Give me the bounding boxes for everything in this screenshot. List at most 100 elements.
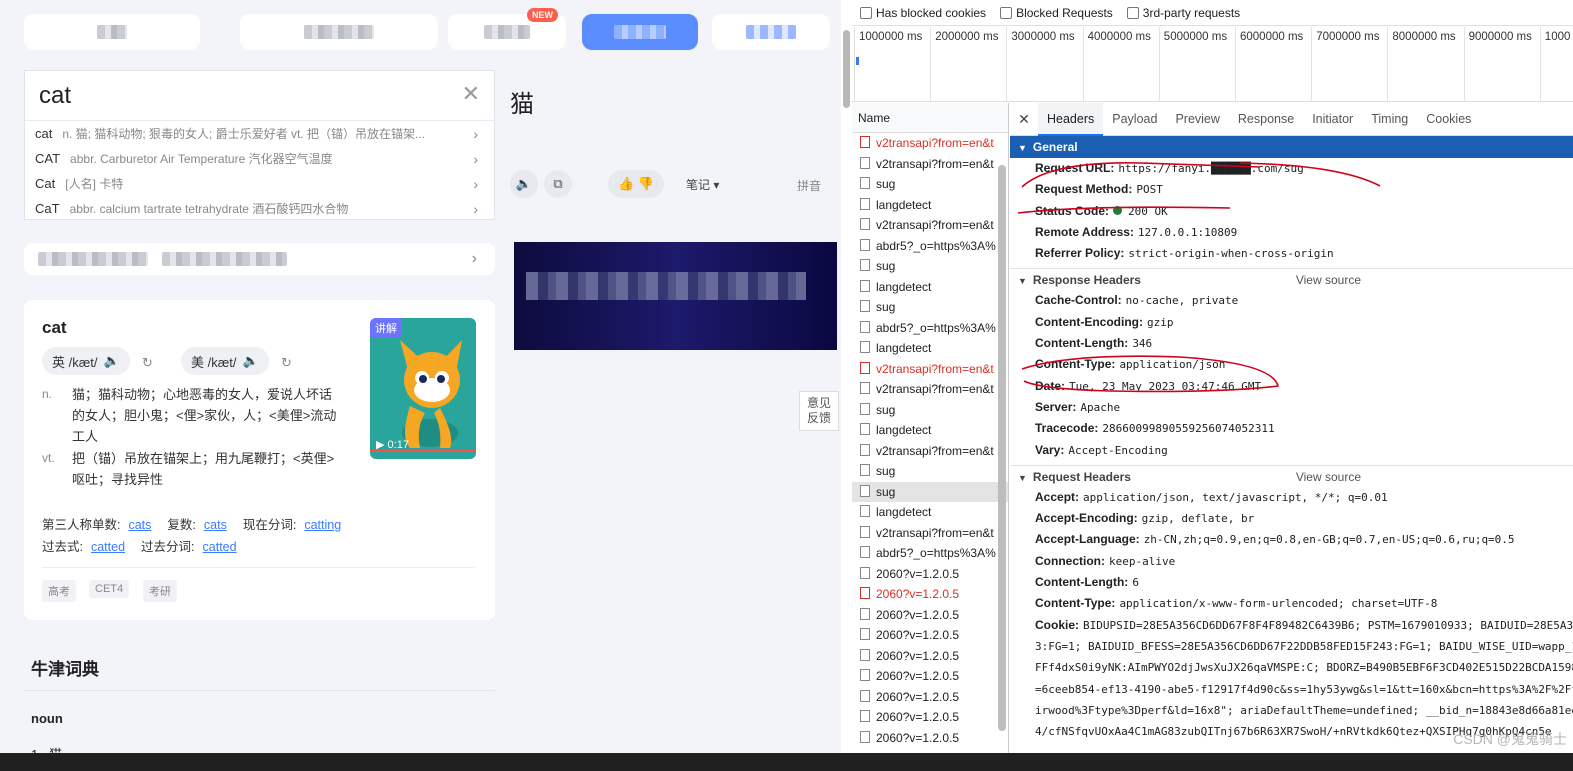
close-icon[interactable]: ✕ xyxy=(1010,111,1038,128)
feedback-button[interactable]: 意见 反馈 xyxy=(799,391,839,431)
explain-video[interactable]: 讲解 ▶ 0:17 xyxy=(370,318,476,459)
request-headers-section[interactable]: ▼ Request Headers View source xyxy=(1010,464,1573,488)
cookie-value-line[interactable]: FFf4dxS0i9yNK:AImPWYO2djJwsXuJX26qaVMSPE… xyxy=(1010,657,1573,678)
request-row[interactable]: sug xyxy=(852,256,1008,277)
header-value[interactable]: Accept-Encoding xyxy=(1068,444,1167,457)
request-row[interactable]: v2transapi?from=en&t xyxy=(852,441,1008,462)
header-value[interactable]: application/json xyxy=(1119,358,1225,371)
nav-tab-3[interactable]: NEW xyxy=(448,8,566,50)
ad-banner[interactable] xyxy=(514,242,837,350)
request-row[interactable]: 2060?v=1.2.0.5 xyxy=(852,666,1008,687)
request-row[interactable]: sug xyxy=(852,461,1008,482)
request-row[interactable]: 2060?v=1.2.0.5 xyxy=(852,605,1008,626)
header-value[interactable]: application/x-www-form-urlencoded; chars… xyxy=(1119,597,1437,610)
suggestion-item[interactable]: CaT abbr. calcium tartrate tetrahydrate 酒… xyxy=(25,196,494,221)
search-input[interactable]: cat xyxy=(25,71,494,121)
request-row[interactable]: sug xyxy=(852,481,1008,502)
note-button[interactable]: 笔记 ▾ xyxy=(686,176,719,193)
thumbs-down-icon[interactable]: 👎 xyxy=(638,176,654,192)
header-value[interactable]: gzip, deflate, br xyxy=(1142,512,1255,525)
tag-cet4[interactable]: CET4 xyxy=(89,580,130,598)
request-row[interactable]: abdr5?_o=https%3A% xyxy=(852,318,1008,339)
tag-gaokao[interactable]: 高考 xyxy=(42,580,76,602)
filter-checkbox[interactable]: 3rd-party requests xyxy=(1126,6,1240,20)
request-row[interactable]: langdetect xyxy=(852,338,1008,359)
header-value[interactable]: application/json, text/javascript, */*; … xyxy=(1083,491,1388,504)
tab-initiator[interactable]: Initiator xyxy=(1303,103,1362,136)
filter-checkbox[interactable]: Blocked Requests xyxy=(1000,6,1113,20)
form-link[interactable]: catted xyxy=(91,540,125,554)
view-source-link[interactable]: View source xyxy=(1296,466,1361,488)
request-row[interactable]: v2transapi?from=en&t xyxy=(852,215,1008,236)
suggestion-item[interactable]: CAT abbr. Carburetor Air Temperature 汽化器空… xyxy=(25,146,494,171)
play-icon[interactable]: ▶ xyxy=(376,439,384,451)
tab-headers[interactable]: Headers xyxy=(1038,103,1104,136)
header-value[interactable]: https://fanyi.██████.com/sug xyxy=(1118,162,1303,175)
request-row[interactable]: abdr5?_o=https%3A% xyxy=(852,543,1008,564)
form-link[interactable]: cats xyxy=(128,518,151,532)
header-value[interactable]: 200 OK xyxy=(1128,205,1168,218)
response-headers-section[interactable]: ▼ Response Headers View source xyxy=(1010,268,1573,290)
search-query[interactable]: cat xyxy=(39,82,71,110)
view-source-link[interactable]: View source xyxy=(1296,269,1361,291)
checkbox[interactable] xyxy=(1000,6,1013,19)
close-icon[interactable]: ✕ xyxy=(462,81,480,107)
request-list-scrollbar[interactable] xyxy=(998,165,1006,731)
request-row[interactable]: 2060?v=1.2.0.5 xyxy=(852,584,1008,605)
request-row[interactable]: sug xyxy=(852,400,1008,421)
replay-icon[interactable]: ↻ xyxy=(142,355,153,371)
replay-icon[interactable]: ↻ xyxy=(281,355,292,371)
cookie-value-line[interactable]: 3:FG=1; BAIDUID_BFESS=28E5A356CD6DD67F22… xyxy=(1010,636,1573,657)
request-row[interactable]: v2transapi?from=en&t xyxy=(852,154,1008,175)
request-row[interactable]: langdetect xyxy=(852,420,1008,441)
header-value[interactable]: 28660099890559256074052311 xyxy=(1102,422,1274,435)
speaker-icon[interactable]: 🔈 xyxy=(510,170,538,198)
page-scrollbar[interactable] xyxy=(841,0,852,771)
request-row[interactable]: langdetect xyxy=(852,277,1008,298)
request-row[interactable]: v2transapi?from=en&t xyxy=(852,133,1008,154)
header-value[interactable]: zh-CN,zh;q=0.9,en;q=0.8,en-GB;q=0.7,en-U… xyxy=(1144,533,1515,546)
request-row[interactable]: v2transapi?from=en&t xyxy=(852,359,1008,380)
scrollbar-thumb[interactable] xyxy=(843,30,850,108)
nav-tab-1[interactable] xyxy=(24,14,200,50)
tag-kaoyan[interactable]: 考研 xyxy=(143,580,177,602)
header-value[interactable]: no-cache, private xyxy=(1126,294,1239,307)
header-value[interactable]: gzip xyxy=(1147,316,1174,329)
tab-cookies[interactable]: Cookies xyxy=(1417,103,1480,136)
tab-preview[interactable]: Preview xyxy=(1166,103,1228,136)
header-value[interactable]: 127.0.0.1:10809 xyxy=(1138,226,1237,239)
general-section-header[interactable]: ▼ General xyxy=(1010,136,1573,158)
request-row[interactable]: sug xyxy=(852,297,1008,318)
form-link[interactable]: cats xyxy=(204,518,227,532)
request-row[interactable]: 2060?v=1.2.0.5 xyxy=(852,564,1008,585)
request-row[interactable]: 2060?v=1.2.0.5 xyxy=(852,728,1008,749)
request-row[interactable]: v2transapi?from=en&t xyxy=(852,379,1008,400)
request-row[interactable]: langdetect xyxy=(852,195,1008,216)
header-value[interactable]: strict-origin-when-cross-origin xyxy=(1128,247,1333,260)
request-row[interactable]: 2060?v=1.2.0.5 xyxy=(852,707,1008,728)
pinyin-toggle[interactable]: 拼音 xyxy=(797,177,821,194)
header-value[interactable]: POST xyxy=(1136,183,1163,196)
header-value[interactable]: keep-alive xyxy=(1109,555,1175,568)
suggestion-item[interactable]: cat n. 猫; 猫科动物; 狠毒的女人; 爵士乐爱好者 vt. 把（锚）吊放在… xyxy=(25,121,494,146)
nav-tab-2[interactable] xyxy=(240,14,438,50)
name-column-header[interactable]: Name xyxy=(852,103,1008,133)
speaker-icon[interactable]: 🔈 xyxy=(243,353,259,369)
header-value[interactable]: 6 xyxy=(1132,576,1139,589)
request-row[interactable]: sug xyxy=(852,174,1008,195)
request-row[interactable]: 2060?v=1.2.0.5 xyxy=(852,687,1008,708)
phonetic-us[interactable]: 美 /kæt/🔈 xyxy=(181,347,269,375)
nav-tab-5[interactable] xyxy=(712,14,830,50)
timeline-overview[interactable]: 1000000 ms 2000000 ms 3000000 ms 4000000 ms… xyxy=(852,27,1573,102)
tab-timing[interactable]: Timing xyxy=(1362,103,1417,136)
speaker-icon[interactable]: 🔈 xyxy=(104,353,120,369)
header-value[interactable]: BIDUPSID=28E5A356CD6DD67F8F4F89482C6439B… xyxy=(1083,619,1573,632)
form-link[interactable]: catted xyxy=(203,540,237,554)
phonetic-uk[interactable]: 英 /kæt/🔈 xyxy=(42,347,130,375)
copy-icon[interactable]: ⧉ xyxy=(544,170,572,198)
request-row[interactable]: 2060?v=1.2.0.5 xyxy=(852,646,1008,667)
cookie-value-line[interactable]: irwood%3Ftype%3Dperf&ld=16x8"; ariaDefau… xyxy=(1010,700,1573,721)
request-row[interactable]: 2060?v=1.2.0.5 xyxy=(852,625,1008,646)
request-row[interactable]: langdetect xyxy=(852,502,1008,523)
checkbox[interactable] xyxy=(860,6,872,19)
